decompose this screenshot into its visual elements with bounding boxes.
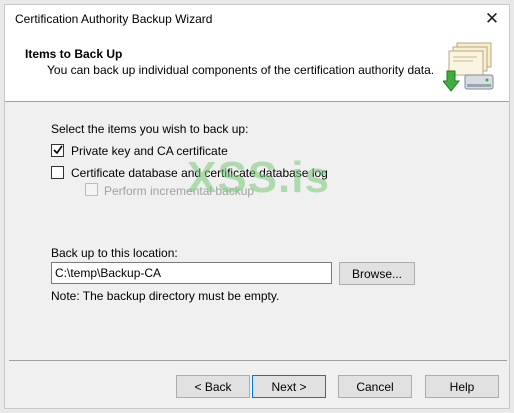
page-subtitle: You can back up individual components of… xyxy=(47,63,435,77)
wizard-header: Items to Back Up You can back up individ… xyxy=(5,35,509,102)
private-key-checkbox[interactable] xyxy=(51,144,64,157)
backup-location-input[interactable] xyxy=(51,262,332,284)
back-button[interactable]: < Back xyxy=(176,375,250,398)
help-button[interactable]: Help xyxy=(425,375,499,398)
next-button[interactable]: Next > xyxy=(252,375,326,398)
wizard-content: Select the items you wish to back up: Pr… xyxy=(9,103,507,361)
backup-note: Note: The backup directory must be empty… xyxy=(51,289,280,303)
browse-button[interactable]: Browse... xyxy=(339,262,415,285)
cancel-button[interactable]: Cancel xyxy=(338,375,412,398)
window-title: Certification Authority Backup Wizard xyxy=(15,12,213,26)
private-key-label[interactable]: Private key and CA certificate xyxy=(71,144,228,158)
incremental-backup-checkbox xyxy=(85,183,98,196)
checkmark-icon xyxy=(53,145,63,155)
incremental-backup-label: Perform incremental backup xyxy=(104,184,255,198)
certificate-database-checkbox[interactable] xyxy=(51,166,64,179)
close-icon[interactable]: ✕ xyxy=(475,5,509,33)
location-label: Back up to this location: xyxy=(51,246,178,260)
page-title: Items to Back Up xyxy=(25,47,123,61)
certificate-database-label[interactable]: Certificate database and certificate dat… xyxy=(71,166,328,180)
certificate-backup-icon xyxy=(443,42,494,92)
title-bar: Certification Authority Backup Wizard ✕ xyxy=(5,5,509,35)
select-items-prompt: Select the items you wish to back up: xyxy=(51,122,249,136)
wizard-window: Certification Authority Backup Wizard ✕ … xyxy=(4,4,510,409)
